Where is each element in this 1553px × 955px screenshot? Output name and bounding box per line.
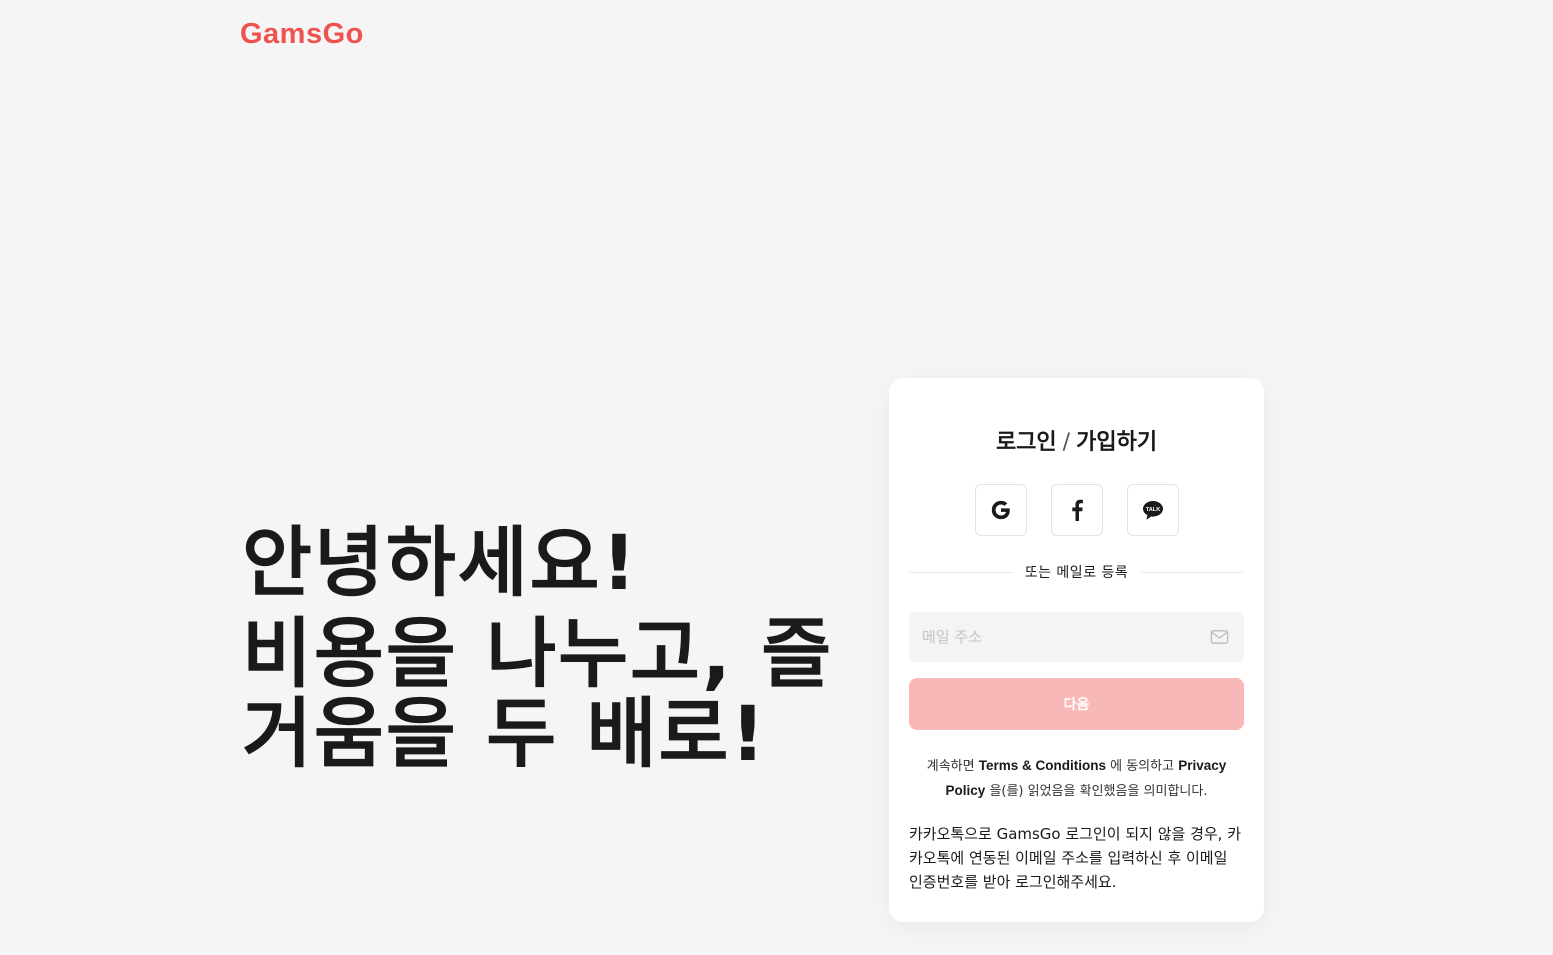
email-input[interactable] <box>909 612 1244 662</box>
next-button[interactable]: 다음 <box>909 678 1244 730</box>
hero-greeting: 안녕하세요! <box>242 518 639 607</box>
email-field-wrapper <box>909 612 1244 662</box>
divider-text: 또는 메일로 등록 <box>1024 565 1129 581</box>
terms-notice: 계속하면 Terms & Conditions 에 동의하고 Privacy P… <box>909 754 1244 804</box>
card-title: 로그인 / 가입하기 <box>909 428 1244 458</box>
terms-middle: 에 동의하고 <box>1110 759 1175 774</box>
divider-line-right <box>1140 571 1244 573</box>
google-icon <box>991 500 1010 520</box>
hero-section: 안녕하세요! 비용을 나누고, 즐거움을 두 배로! <box>242 520 862 774</box>
hero-tagline: 비용을 나누고, 즐거움을 두 배로! <box>242 609 834 778</box>
social-login-row: TALK <box>909 484 1244 536</box>
divider-line-left <box>909 571 1013 573</box>
title-separator: / <box>1062 430 1071 455</box>
kakaotalk-icon: TALK <box>1142 501 1163 520</box>
facebook-icon <box>1071 499 1083 521</box>
kakaotalk-icon-text: TALK <box>1145 507 1160 513</box>
terms-prefix: 계속하면 <box>926 759 975 774</box>
terms-suffix: 을(를) 읽었음을 확인했음을 의미합니다. <box>989 784 1208 799</box>
mail-icon <box>1210 630 1229 644</box>
google-login-button[interactable] <box>974 484 1027 536</box>
title-login: 로그인 <box>995 430 1057 455</box>
login-card: 로그인 / 가입하기 TALK 또는 메일로 등록 메일 주소 다음 계속하면 … <box>889 378 1264 922</box>
terms-conditions-link[interactable]: Terms & Conditions <box>979 758 1106 773</box>
kakaotalk-login-button[interactable]: TALK <box>1126 484 1179 536</box>
kakao-login-note: 카카오톡으로 GamsGo 로그인이 되지 않을 경우, 카카오톡에 연동된 이… <box>909 825 1242 891</box>
title-signup: 가입하기 <box>1076 430 1158 455</box>
gamsgo-logo[interactable]: GamsGo <box>240 18 364 51</box>
email-divider: 또는 메일로 등록 <box>909 562 1244 582</box>
facebook-login-button[interactable] <box>1050 484 1103 536</box>
